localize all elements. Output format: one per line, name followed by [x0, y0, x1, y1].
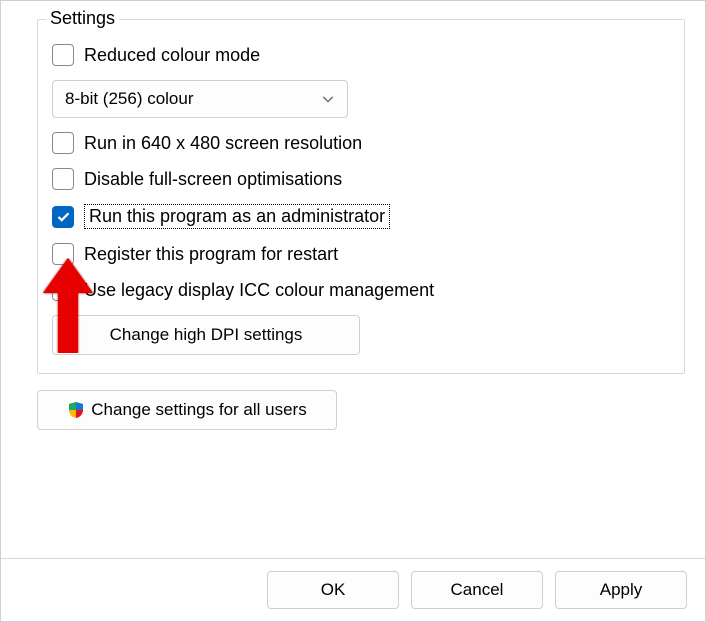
chevron-down-icon: [321, 92, 335, 106]
cancel-label: Cancel: [451, 580, 504, 600]
run-admin-label: Run this program as an administrator: [84, 204, 390, 229]
run-640-label: Run in 640 x 480 screen resolution: [84, 133, 362, 154]
register-restart-label: Register this program for restart: [84, 244, 338, 265]
reduced-colour-row: Reduced colour mode: [52, 44, 664, 66]
ok-label: OK: [321, 580, 346, 600]
disable-fullscreen-checkbox[interactable]: [52, 168, 74, 190]
legacy-icc-row: Use legacy display ICC colour management: [52, 279, 664, 301]
shield-icon: [67, 401, 85, 419]
run-admin-row: Run this program as an administrator: [52, 204, 664, 229]
settings-group: Settings Reduced colour mode 8-bit (256)…: [37, 19, 685, 374]
run-640-checkbox[interactable]: [52, 132, 74, 154]
colour-mode-select[interactable]: 8-bit (256) colour: [52, 80, 348, 118]
run-admin-checkbox[interactable]: [52, 206, 74, 228]
apply-label: Apply: [600, 580, 643, 600]
change-dpi-label: Change high DPI settings: [110, 325, 303, 345]
disable-fullscreen-label: Disable full-screen optimisations: [84, 169, 342, 190]
cancel-button[interactable]: Cancel: [411, 571, 543, 609]
dialog-button-bar: OK Cancel Apply: [1, 558, 705, 621]
properties-window: Settings Reduced colour mode 8-bit (256)…: [0, 0, 706, 622]
legacy-icc-label: Use legacy display ICC colour management: [84, 280, 434, 301]
ok-button[interactable]: OK: [267, 571, 399, 609]
colour-mode-value: 8-bit (256) colour: [65, 89, 194, 109]
register-restart-checkbox[interactable]: [52, 243, 74, 265]
run-640-row: Run in 640 x 480 screen resolution: [52, 132, 664, 154]
register-restart-row: Register this program for restart: [52, 243, 664, 265]
change-all-users-button[interactable]: Change settings for all users: [37, 390, 337, 430]
group-title: Settings: [46, 8, 119, 29]
disable-fullscreen-row: Disable full-screen optimisations: [52, 168, 664, 190]
reduced-colour-label: Reduced colour mode: [84, 45, 260, 66]
change-all-users-label: Change settings for all users: [91, 400, 306, 420]
change-dpi-button[interactable]: Change high DPI settings: [52, 315, 360, 355]
checkmark-icon: [57, 212, 70, 222]
legacy-icc-checkbox[interactable]: [52, 279, 74, 301]
apply-button[interactable]: Apply: [555, 571, 687, 609]
reduced-colour-checkbox[interactable]: [52, 44, 74, 66]
